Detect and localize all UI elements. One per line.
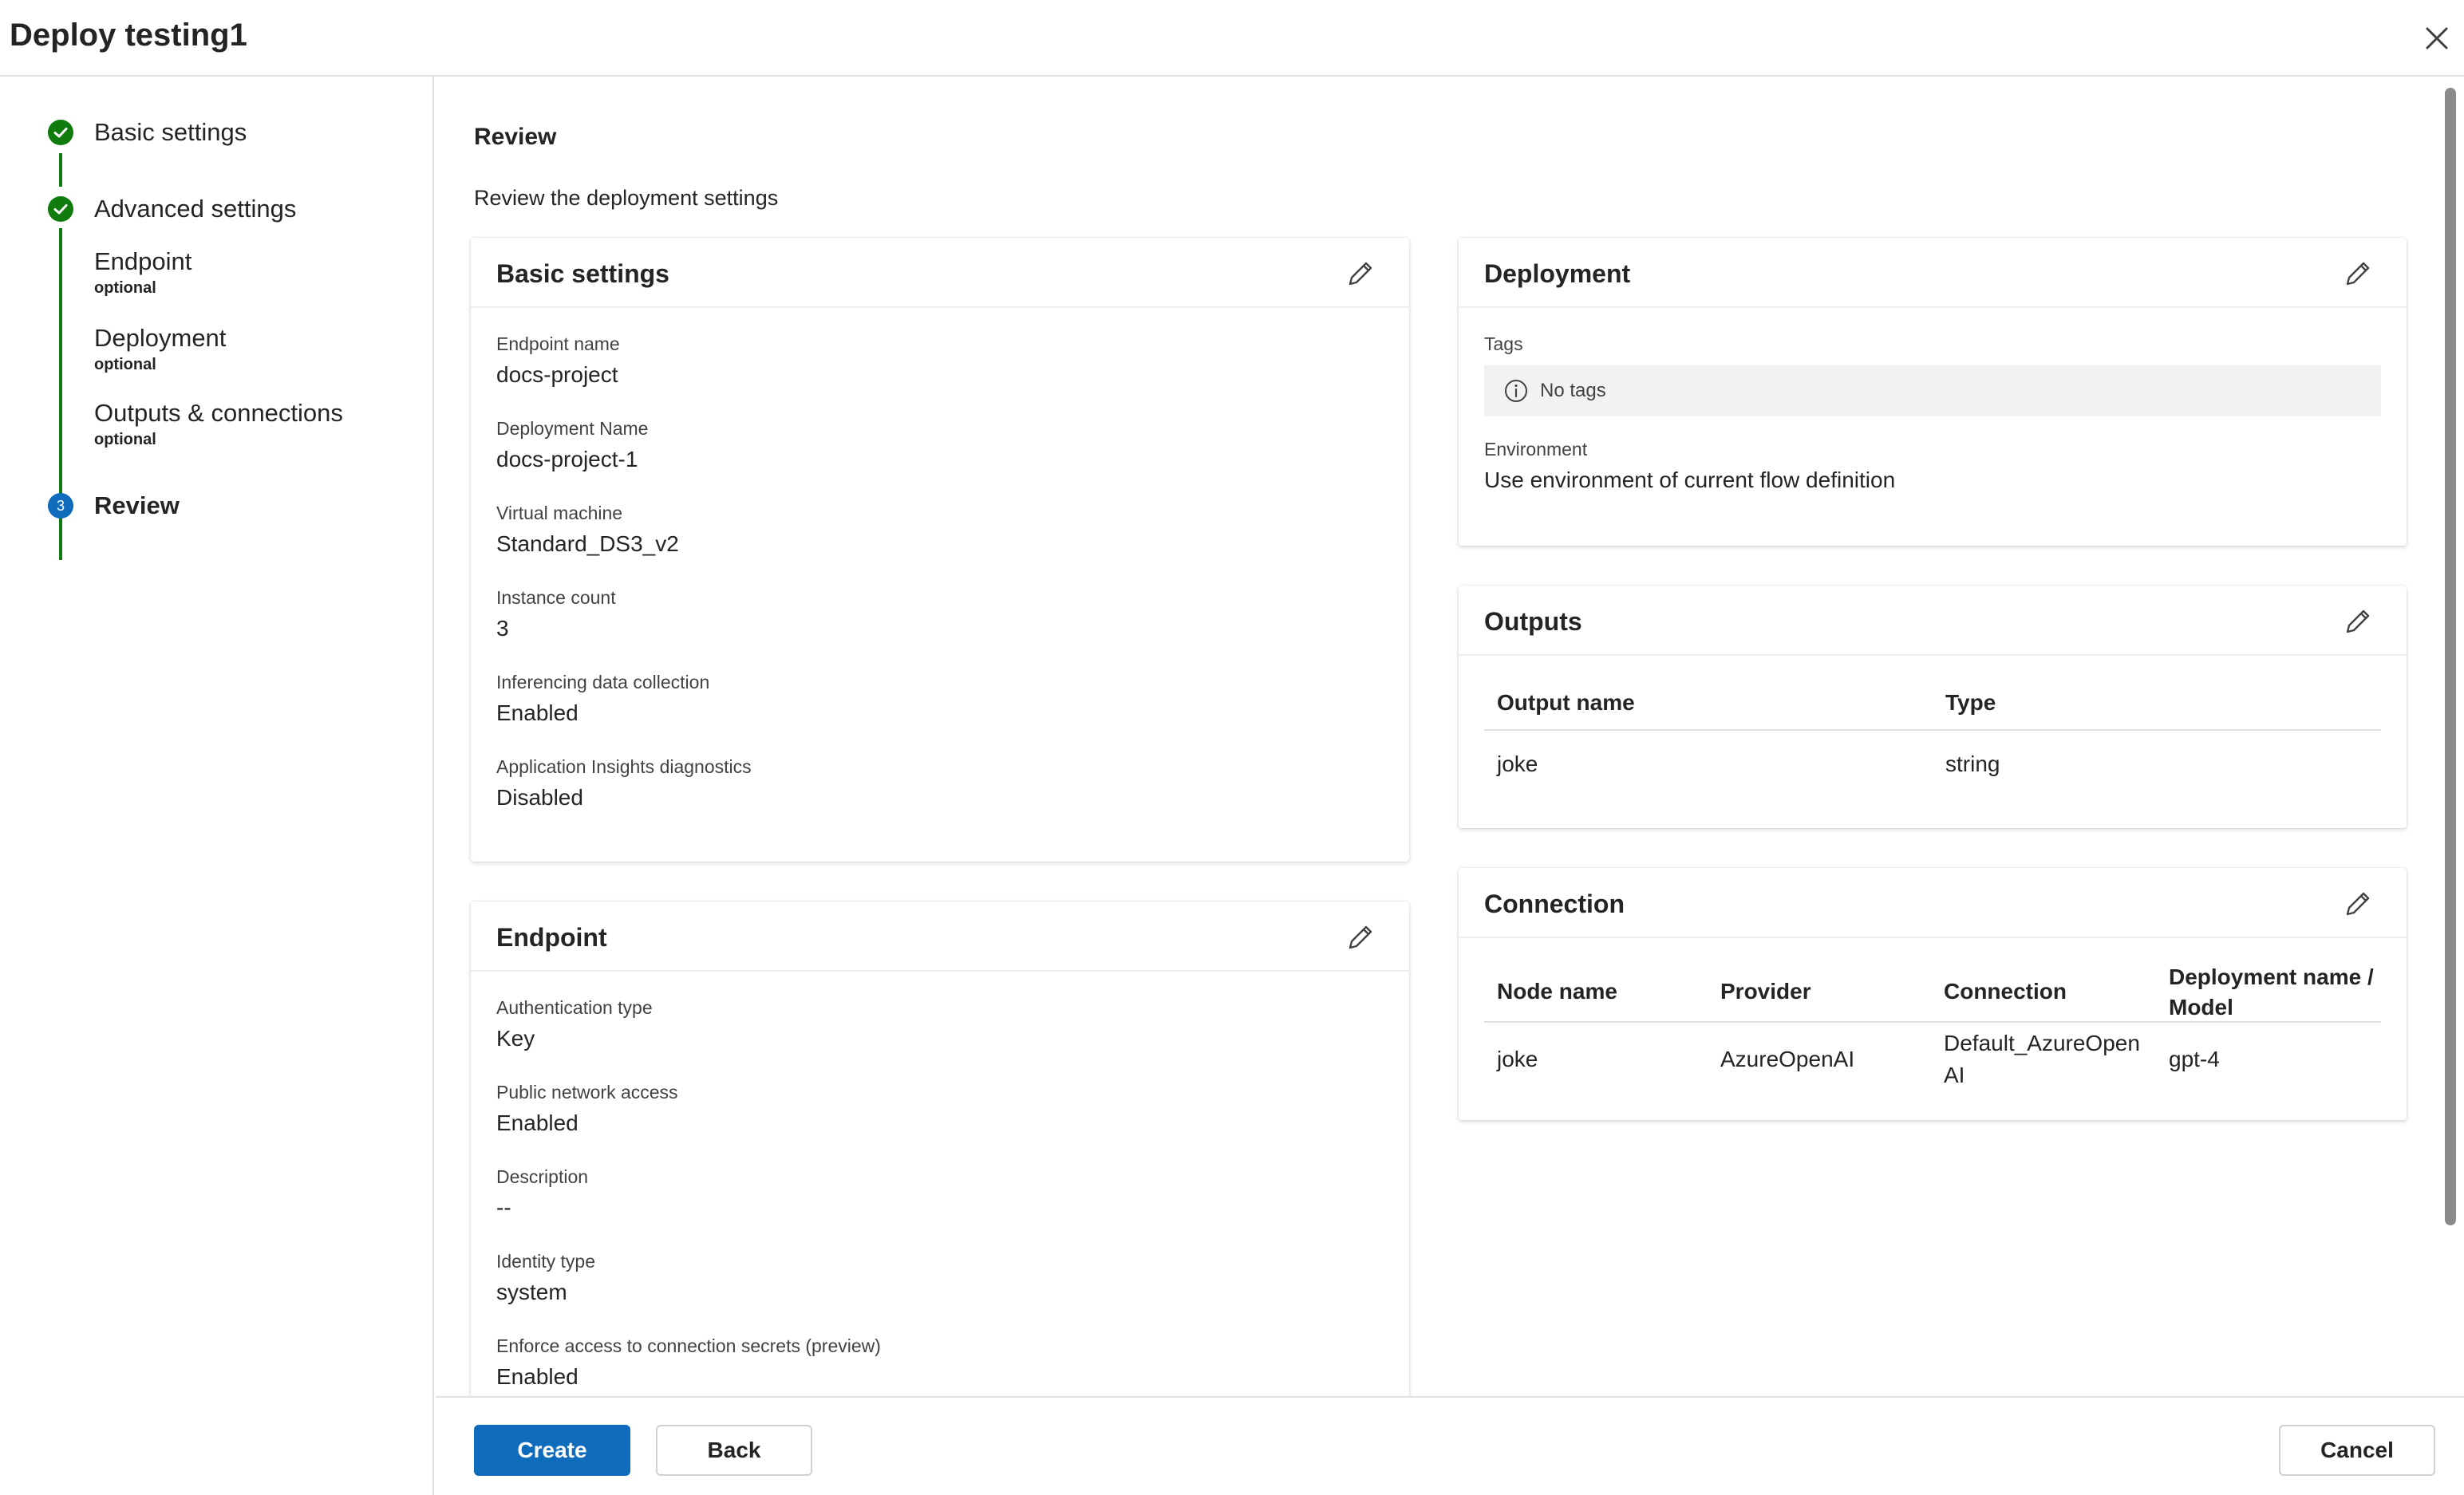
pencil-icon (2346, 609, 2370, 633)
substep-label: Outputs & connections (94, 399, 343, 427)
review-panel: Review Review the deployment settings Ba… (436, 77, 2432, 1396)
field-deployment-name: Deployment Name docs-project-1 (496, 418, 649, 471)
step-advanced-settings[interactable]: Advanced settings (48, 193, 296, 225)
connection-card: Connection Node name Provider Connection… (1459, 868, 2407, 1120)
table-cell: Default_AzureOpenAI (1944, 1031, 2140, 1087)
dialog-title: Deploy testing1 (10, 18, 247, 53)
card-header: Endpoint (471, 901, 1409, 972)
column-header: Node name (1497, 979, 1617, 1004)
card-header: Connection (1459, 868, 2407, 938)
checkmark-circle-icon (48, 196, 73, 222)
field-app-insights-diagnostics: Application Insights diagnostics Disable… (496, 756, 752, 810)
edit-connection-button[interactable] (2341, 887, 2375, 921)
card-header: Basic settings (471, 238, 1409, 308)
no-tags-text: No tags (1540, 380, 1606, 401)
card-title: Connection (1484, 890, 1625, 918)
column-header: Deployment name / Model (2169, 964, 2374, 1020)
column-header: Type (1945, 690, 1996, 715)
substep-outputs-connections[interactable]: Outputs & connections optional (94, 397, 343, 450)
cancel-button[interactable]: Cancel (2279, 1425, 2435, 1476)
field-endpoint-name: Endpoint name docs-project (496, 333, 620, 387)
scrollbar-thumb[interactable] (2445, 88, 2456, 1225)
substep-label: Deployment (94, 324, 227, 352)
step-connector (59, 153, 62, 187)
back-button[interactable]: Back (656, 1425, 812, 1476)
table-cell: joke (1497, 751, 1538, 776)
step-review[interactable]: 3 Review (48, 490, 180, 522)
table-cell: string (1945, 751, 2000, 776)
basic-settings-card: Basic settings Endpoint name docs-projec… (471, 238, 1409, 862)
page-description: Review the deployment settings (474, 186, 779, 210)
dialog-header: Deploy testing1 (0, 0, 2464, 77)
table-divider (1484, 729, 2381, 731)
card-title: Deployment (1484, 259, 1631, 288)
substep-label: Endpoint (94, 247, 192, 275)
edit-endpoint-button[interactable] (1344, 921, 1377, 954)
edit-basic-settings-button[interactable] (1344, 257, 1377, 290)
table-cell: AzureOpenAI (1720, 1047, 1855, 1071)
substep-deployment[interactable]: Deployment optional (94, 322, 226, 375)
column-header: Connection (1944, 979, 2067, 1004)
step-number-icon: 3 (48, 493, 73, 519)
field-virtual-machine: Virtual machine Standard_DS3_v2 (496, 503, 679, 556)
page-title: Review (474, 124, 557, 150)
pencil-icon (1348, 262, 1372, 286)
field-inferencing-data-collection: Inferencing data collection Enabled (496, 672, 710, 725)
scrollbar[interactable] (2440, 80, 2461, 1396)
close-button[interactable] (2418, 19, 2456, 57)
no-tags-message: No tags (1484, 365, 2381, 416)
step-label: Advanced settings (94, 195, 297, 223)
card-header: Outputs (1459, 586, 2407, 656)
field-instance-count: Instance count 3 (496, 587, 616, 641)
checkmark-circle-icon (48, 120, 73, 145)
endpoint-card: Endpoint Authentication type Key Public … (471, 901, 1409, 1396)
step-label: Basic settings (94, 118, 247, 146)
card-title: Basic settings (496, 259, 669, 288)
step-label: Review (94, 491, 180, 519)
pencil-icon (2346, 262, 2370, 286)
optional-label: optional (94, 431, 156, 448)
edit-outputs-button[interactable] (2341, 605, 2375, 638)
table-cell: gpt-4 (2169, 1047, 2220, 1071)
outputs-card: Outputs Output name Type joke string (1459, 586, 2407, 828)
step-basic-settings[interactable]: Basic settings (48, 116, 247, 148)
field-public-network-access: Public network access Enabled (496, 1082, 678, 1135)
edit-deployment-button[interactable] (2341, 257, 2375, 290)
card-title: Outputs (1484, 607, 1582, 636)
field-identity-type: Identity type system (496, 1251, 596, 1304)
deployment-card: Deployment Tags No tags Environment Use … (1459, 238, 2407, 546)
dialog-footer: Create Back Cancel (436, 1396, 2464, 1495)
optional-label: optional (94, 356, 156, 373)
wizard-steps: Basic settings Advanced settings Endpoin… (0, 77, 434, 1495)
optional-label: optional (94, 279, 156, 297)
field-tags: Tags (1484, 333, 1523, 354)
substep-endpoint[interactable]: Endpoint optional (94, 246, 192, 298)
close-icon (2426, 27, 2448, 49)
field-enforce-access-secrets: Enforce access to connection secrets (pr… (496, 1335, 881, 1389)
table-divider (1484, 1021, 2381, 1023)
field-environment: Environment Use environment of current f… (1484, 439, 1896, 492)
pencil-icon (1348, 925, 1372, 949)
pencil-icon (2346, 892, 2370, 916)
table-cell: joke (1497, 1047, 1538, 1071)
field-description: Description -- (496, 1166, 589, 1220)
column-header: Provider (1720, 979, 1811, 1004)
field-authentication-type: Authentication type Key (496, 997, 653, 1051)
create-button[interactable]: Create (474, 1425, 630, 1476)
column-header: Output name (1497, 690, 1635, 715)
card-title: Endpoint (496, 923, 607, 952)
card-header: Deployment (1459, 238, 2407, 308)
info-icon (1505, 380, 1527, 402)
